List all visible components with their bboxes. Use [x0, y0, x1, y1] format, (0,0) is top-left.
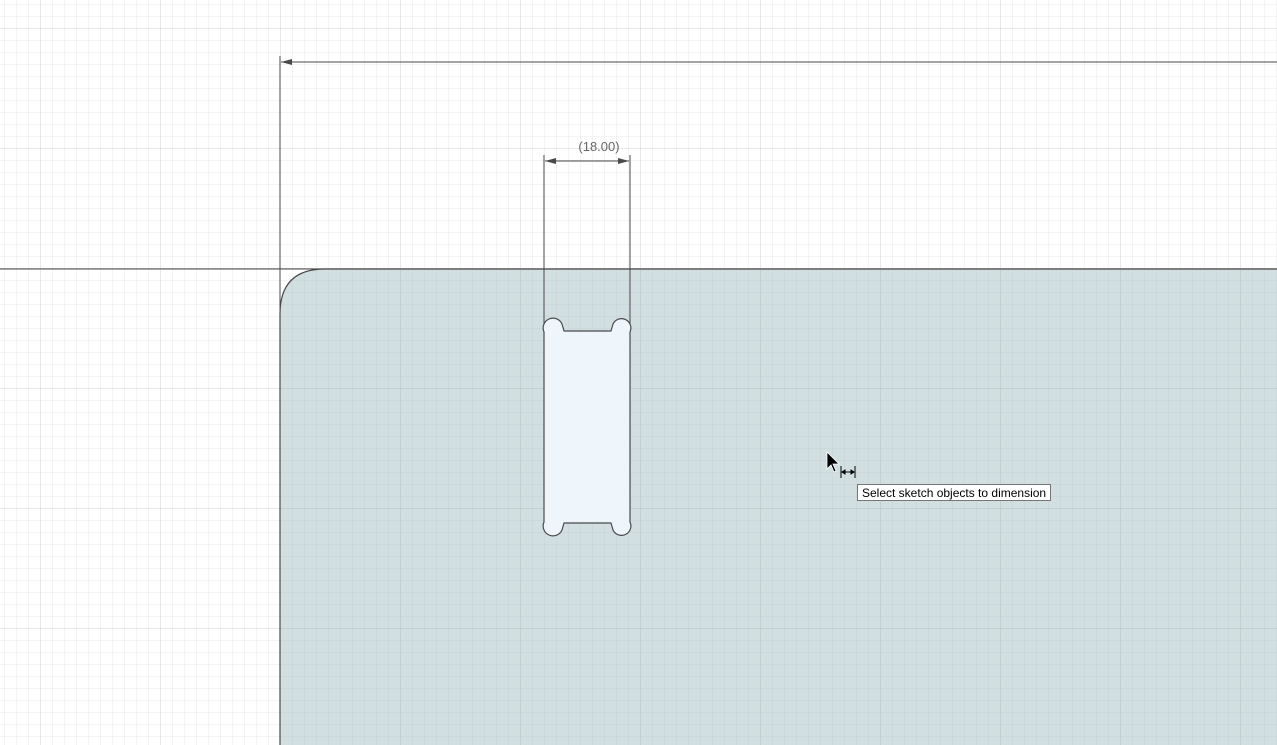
slot-shape[interactable] — [542, 317, 632, 537]
slot-width-dimension-value[interactable]: (18.00) — [578, 139, 619, 154]
sketch-canvas[interactable]: (18.00) — [0, 0, 1277, 745]
tooltip: Select sketch objects to dimension — [857, 484, 1052, 501]
closed-profile-region[interactable] — [280, 269, 1277, 745]
